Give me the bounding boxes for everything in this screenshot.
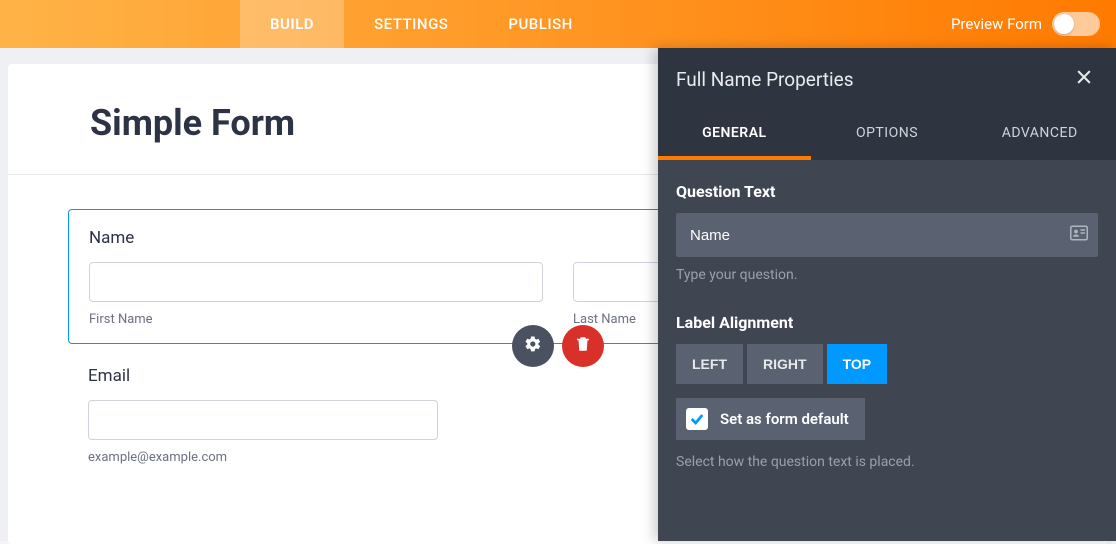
question-text-label: Question Text (676, 182, 1098, 201)
tab-build[interactable]: BUILD (240, 0, 344, 48)
field-delete-button[interactable] (562, 325, 604, 367)
email-input[interactable] (88, 400, 438, 440)
preview-form-toggle[interactable] (1052, 12, 1100, 36)
preview-form-control: Preview Form (951, 0, 1100, 48)
panel-tab-options[interactable]: OPTIONS (811, 110, 964, 160)
panel-close-button[interactable] (1070, 65, 1098, 93)
panel-tab-general[interactable]: GENERAL (658, 110, 811, 160)
field-settings-button[interactable] (512, 325, 554, 367)
align-top-button[interactable]: TOP (827, 344, 888, 384)
panel-header: Full Name Properties (658, 48, 1116, 110)
align-left-button[interactable]: LEFT (676, 344, 743, 384)
top-navbar: BUILD SETTINGS PUBLISH Preview Form (0, 0, 1116, 48)
first-name-sublabel: First Name (89, 312, 543, 327)
field-actions (512, 325, 604, 367)
align-right-button[interactable]: RIGHT (747, 344, 823, 384)
panel-title: Full Name Properties (676, 68, 854, 91)
panel-tabs: GENERAL OPTIONS ADVANCED (658, 110, 1116, 160)
label-alignment-group: LEFT RIGHT TOP (676, 344, 1098, 384)
panel-body: Question Text Type your question. Label … (658, 160, 1116, 541)
trash-icon (574, 335, 592, 357)
tab-publish[interactable]: PUBLISH (478, 0, 602, 48)
first-name-input[interactable] (89, 262, 543, 302)
properties-panel: Full Name Properties GENERAL OPTIONS ADV… (658, 48, 1116, 541)
question-text-input[interactable] (676, 213, 1098, 257)
label-alignment-help: Select how the question text is placed. (676, 454, 1098, 470)
label-alignment-label: Label Alignment (676, 313, 1098, 332)
tab-settings[interactable]: SETTINGS (344, 0, 478, 48)
close-icon (1074, 67, 1094, 91)
panel-tab-advanced[interactable]: ADVANCED (963, 110, 1116, 160)
question-text-help: Type your question. (676, 267, 1098, 283)
id-card-icon (1070, 226, 1088, 245)
set-default-checkbox-row[interactable]: Set as form default (676, 398, 865, 440)
checkbox-checked-icon (686, 408, 708, 430)
preview-form-label: Preview Form (951, 15, 1042, 33)
set-default-label: Set as form default (720, 410, 849, 428)
gear-icon (524, 335, 542, 357)
